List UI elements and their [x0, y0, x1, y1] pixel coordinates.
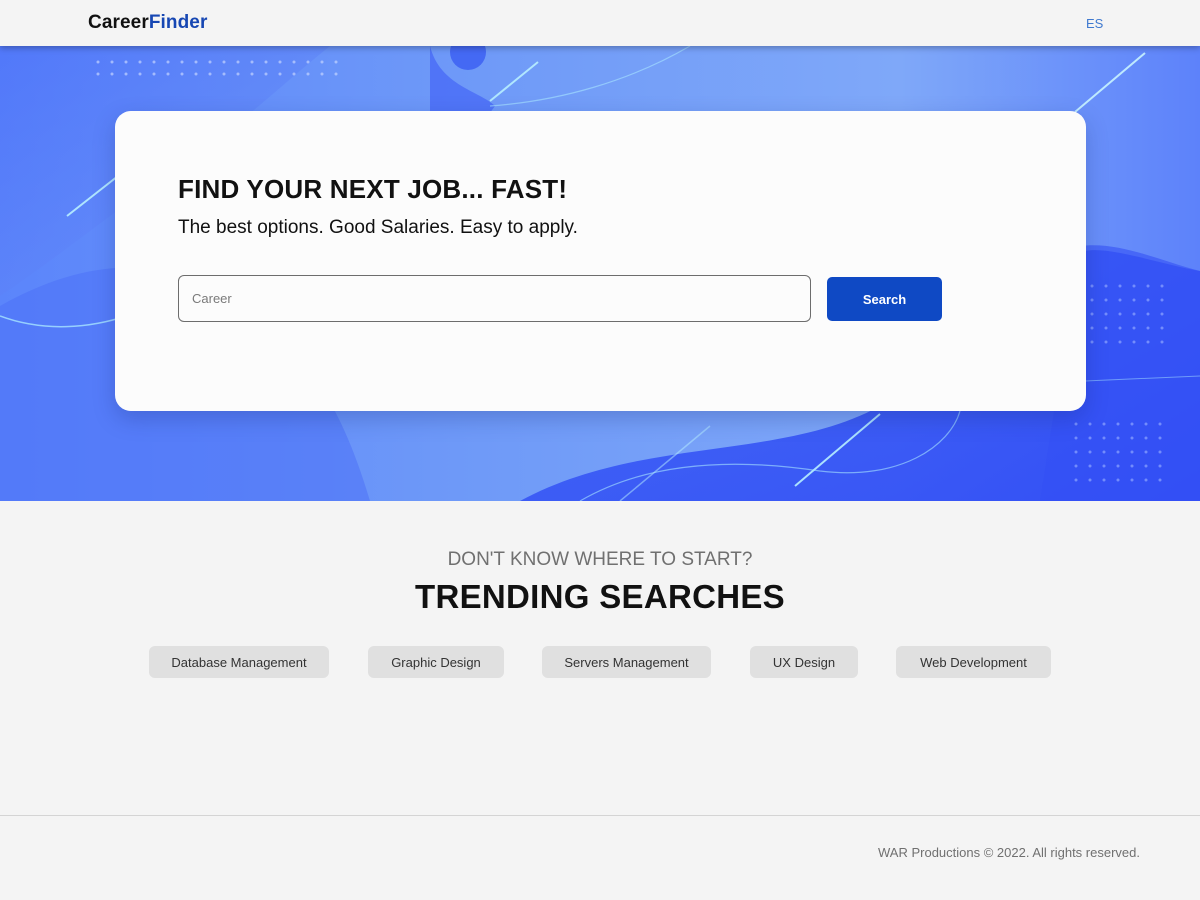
brand-logo[interactable]: CareerFinder: [88, 12, 207, 34]
brand-name-part1: Career: [88, 12, 149, 33]
hero-title: FIND YOUR NEXT JOB... FAST!: [178, 174, 568, 204]
trending-tag-web-development[interactable]: Web Development: [896, 646, 1051, 678]
search-card: FIND YOUR NEXT JOB... FAST! The best opt…: [115, 111, 1086, 411]
language-switch-link[interactable]: ES: [1086, 16, 1103, 31]
hero-banner: FIND YOUR NEXT JOB... FAST! The best opt…: [0, 46, 1200, 501]
trending-title: TRENDING SEARCHES: [415, 578, 785, 615]
trending-tag-servers-management[interactable]: Servers Management: [542, 646, 711, 678]
trending-tag-database-management[interactable]: Database Management: [149, 646, 329, 678]
search-button[interactable]: Search: [827, 277, 942, 321]
career-search-input[interactable]: [178, 275, 811, 322]
footer-divider: [0, 815, 1200, 816]
top-navbar: CareerFinder ES: [0, 0, 1200, 46]
trending-tag-ux-design[interactable]: UX Design: [750, 646, 858, 678]
trending-tag-graphic-design[interactable]: Graphic Design: [368, 646, 504, 678]
trending-eyebrow: DON'T KNOW WHERE TO START?: [447, 549, 753, 570]
copyright-text: WAR Productions © 2022. All rights reser…: [878, 845, 1140, 860]
hero-subtitle: The best options. Good Salaries. Easy to…: [178, 217, 578, 238]
brand-name-part2: Finder: [148, 12, 208, 33]
